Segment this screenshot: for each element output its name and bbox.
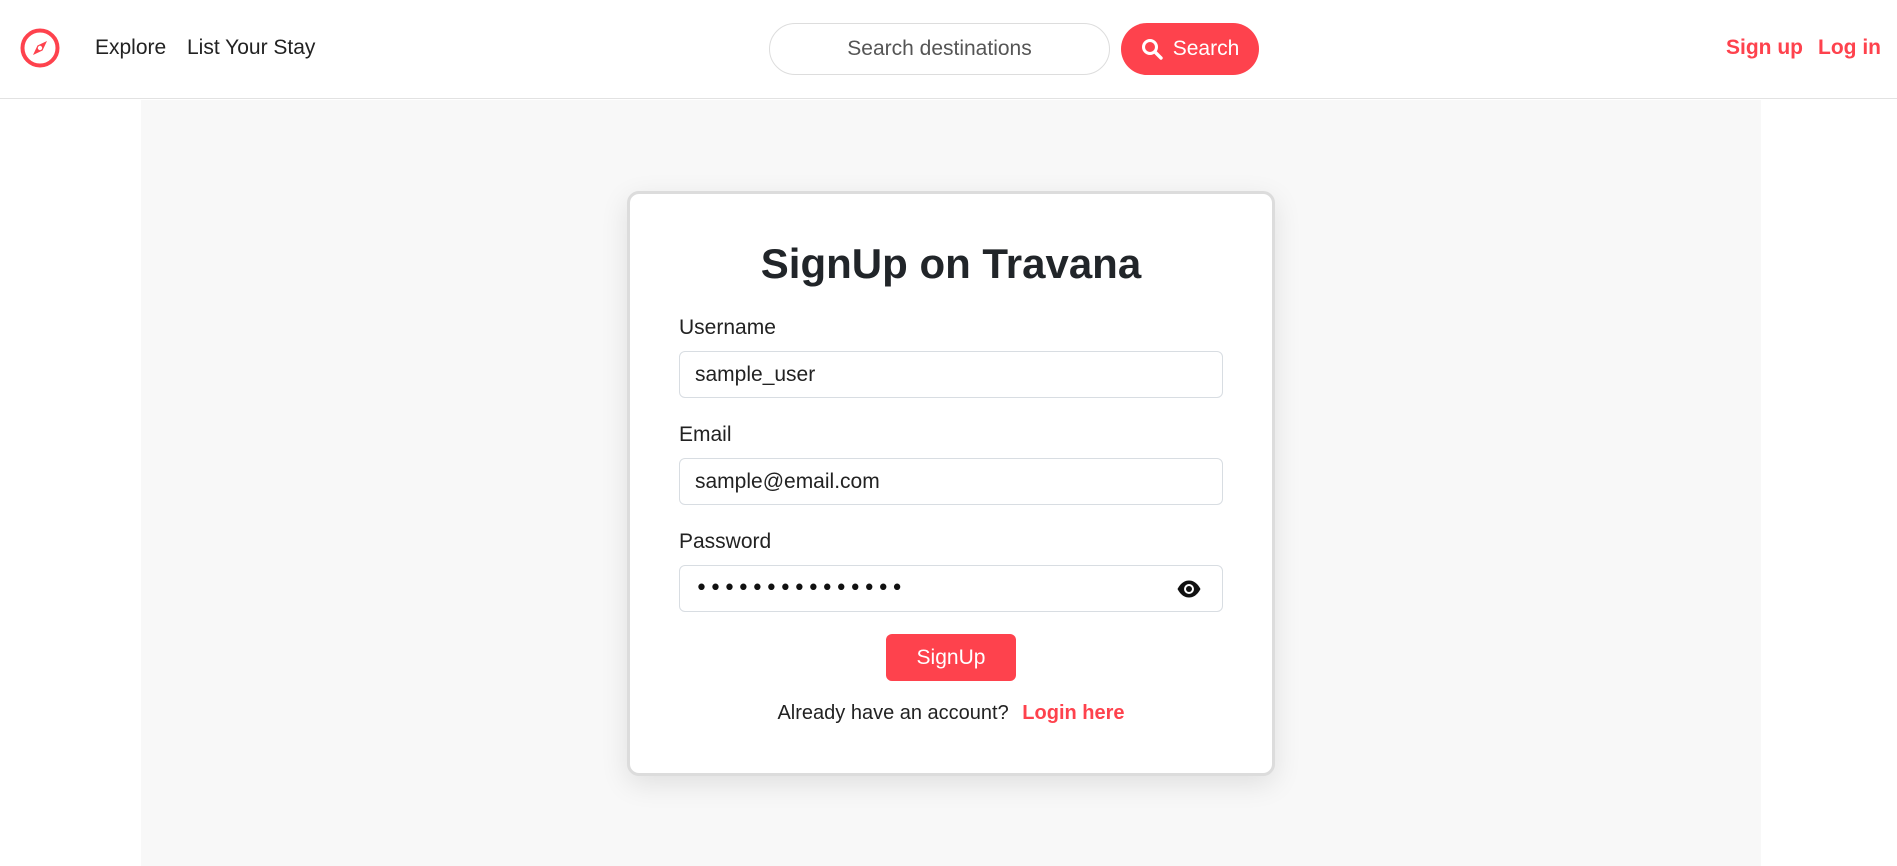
nav-signup-link[interactable]: Sign up [1726, 36, 1803, 60]
username-label: Username [679, 316, 776, 339]
login-prompt-text: Already have an account? [777, 702, 1009, 724]
password-masked-value: ••••••••••••••• [695, 576, 905, 601]
password-label: Password [679, 530, 772, 553]
username-field[interactable] [679, 351, 1223, 398]
search-button-label: Search [1172, 37, 1240, 60]
password-field[interactable]: ••••••••••••••• [679, 565, 1223, 612]
email-field[interactable] [679, 458, 1223, 505]
signup-submit-button[interactable]: SignUp [886, 634, 1016, 681]
search-destinations-input[interactable] [769, 23, 1110, 75]
nav-login-link[interactable]: Log in [1818, 36, 1881, 60]
top-navbar: Explore List Your Stay Search Sign up Lo… [0, 0, 1897, 99]
eye-icon[interactable] [1176, 577, 1202, 601]
login-here-link[interactable]: Login here [1022, 702, 1124, 724]
nav-link-list-your-stay[interactable]: List Your Stay [187, 36, 315, 60]
nav-link-explore[interactable]: Explore [95, 36, 166, 60]
search-button[interactable]: Search [1121, 23, 1259, 75]
login-prompt-row: Already have an account? Login here [630, 702, 1272, 725]
signup-card: SignUp on Travana Username Email Passwor… [627, 191, 1275, 776]
page-title: SignUp on Travana [760, 240, 1142, 287]
email-label: Email [679, 423, 732, 446]
search-icon [1141, 39, 1163, 60]
compass-icon[interactable] [20, 28, 60, 68]
